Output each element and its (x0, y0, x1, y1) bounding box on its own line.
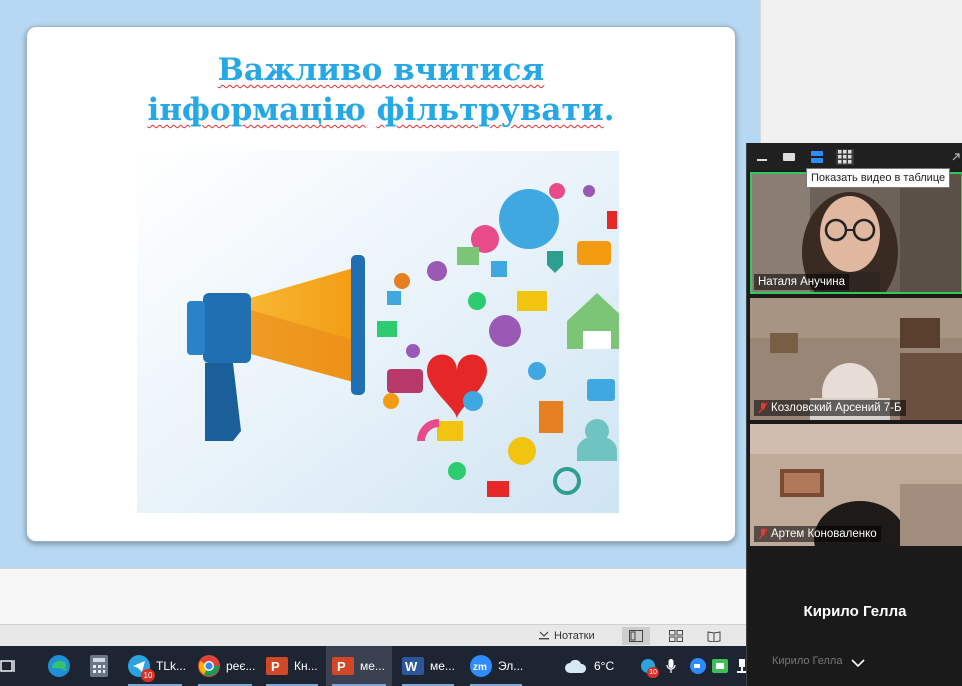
taskbar-item-label: Эл... (498, 659, 524, 673)
tray-unread-badge: 10 (647, 667, 659, 678)
taskbar-item-label: TLk... (156, 659, 187, 673)
zoom-video-panel[interactable]: Наталя Анучина Козловский Арсений 7-Б Ар… (746, 143, 962, 686)
participant-video-tile[interactable]: Козловский Арсений 7-Б (750, 298, 962, 420)
taskbar-powerpoint-button-1[interactable]: P Кн... (260, 646, 324, 686)
tray-cast-icon[interactable] (712, 646, 730, 686)
notes-icon (539, 631, 549, 640)
slide-title-period: . (603, 92, 615, 128)
svg-text:P: P (337, 659, 346, 674)
speaker-view-button[interactable] (780, 149, 798, 165)
expand-panel-button[interactable] (947, 149, 962, 165)
taskbar-chrome-button[interactable]: реє... (192, 646, 258, 686)
taskbar-word-button[interactable]: W ме... (396, 646, 460, 686)
tray-microphone-button[interactable] (666, 646, 682, 686)
expand-icon (952, 153, 960, 161)
next-participant-name: Кирило Гелла (772, 655, 843, 667)
powerpoint-icon: P (266, 655, 288, 677)
grid-icon (838, 150, 852, 164)
participant-name-label: Наталя Анучина (754, 274, 850, 290)
microphone-icon (666, 659, 676, 673)
scroll-down-button[interactable] (851, 655, 865, 673)
status-bar: Нотатки (0, 624, 760, 647)
tray-telegram-icon[interactable]: 10 (640, 646, 660, 686)
slide-title-line-2: інформацію фільтрувати. (27, 91, 735, 129)
participant-video-tile[interactable]: Наталя Анучина (750, 172, 962, 294)
edge-icon (48, 655, 70, 677)
svg-text:zm: zm (473, 662, 487, 673)
notes-label: Нотатки (554, 630, 595, 642)
taskbar-powerpoint-button-2[interactable]: P ме... (326, 646, 392, 686)
slide-title-text-1: Важливо вчитися (217, 52, 545, 88)
telegram-icon: 10 (128, 655, 155, 682)
slide-sorter-icon (669, 630, 683, 642)
svg-text:P: P (271, 659, 280, 674)
notes-toggle-button[interactable]: Нотатки (538, 628, 595, 644)
minimize-icon (757, 159, 767, 161)
slide-sorter-view-button[interactable] (662, 627, 690, 645)
participant-name: Артем Коноваленко (771, 528, 877, 540)
audio-only-participant-name[interactable]: Кирило Гелла (747, 603, 962, 620)
muted-microphone-icon (758, 528, 768, 540)
taskbar-zoom-button[interactable]: zm Эл... (464, 646, 528, 686)
tray-zoom-icon[interactable] (690, 646, 708, 686)
chrome-icon (198, 655, 220, 677)
taskbar-calculator-button[interactable] (84, 646, 114, 686)
weather-widget[interactable]: 6°C (564, 646, 626, 686)
reading-view-icon (707, 631, 721, 642)
taskbar-item-label: ме... (430, 659, 455, 673)
strip-view-button[interactable] (808, 149, 826, 165)
minimize-video-button[interactable] (753, 149, 771, 165)
slide-title-word-informatsiyu: інформацію (147, 92, 366, 128)
normal-view-icon (629, 630, 643, 642)
participant-name: Наталя Анучина (758, 276, 846, 288)
task-view-button[interactable] (0, 646, 24, 686)
zoom-tray-icon (690, 658, 706, 674)
svg-text:W: W (405, 659, 418, 674)
gallery-view-button[interactable] (836, 149, 854, 165)
participant-name-label: Козловский Арсений 7-Б (754, 400, 906, 416)
taskbar-telegram-button[interactable]: 10 TLk... (122, 646, 188, 686)
zoom-panel-toolbar (747, 143, 962, 171)
cast-icon (712, 659, 728, 673)
powerpoint-icon: P (332, 655, 354, 677)
participant-video-tile[interactable]: Артем Коноваленко (750, 424, 962, 546)
telegram-tray-icon: 10 (640, 658, 659, 678)
megaphone-illustration[interactable] (137, 151, 619, 513)
participant-name: Козловский Арсений 7-Б (771, 402, 902, 414)
telegram-unread-badge: 10 (141, 669, 155, 682)
slide-title-word-filtruvaty: фільтрувати (376, 92, 604, 128)
current-slide[interactable]: Важливо вчитися інформацію фільтрувати. (26, 26, 736, 542)
taskbar-item-label: реє... (226, 659, 256, 673)
reading-view-button[interactable] (700, 627, 728, 645)
single-video-icon (783, 153, 795, 161)
chevron-down-icon (851, 659, 865, 668)
zoom-icon: zm (470, 655, 492, 677)
normal-view-button[interactable] (622, 627, 650, 645)
taskbar-edge-button[interactable] (42, 646, 76, 686)
task-view-icon (0, 660, 15, 672)
next-participant-preview: Кирило Гелла (758, 655, 842, 667)
weather-temperature: 6°C (594, 659, 615, 673)
taskbar-item-label: ме... (360, 659, 385, 673)
calculator-icon (90, 655, 108, 677)
gallery-view-tooltip: Показать видео в таблице (806, 168, 951, 188)
cloud-icon (565, 659, 587, 673)
taskbar-item-label: Кн... (294, 659, 318, 673)
muted-microphone-icon (758, 402, 768, 414)
slide-title-line-1: Важливо вчитися (27, 51, 735, 89)
notes-pane[interactable] (0, 568, 760, 625)
screen: Важливо вчитися інформацію фільтрувати. (0, 0, 962, 686)
word-icon: W (402, 655, 424, 677)
participant-name-label: Артем Коноваленко (754, 526, 881, 542)
strip-view-icon (811, 151, 823, 163)
